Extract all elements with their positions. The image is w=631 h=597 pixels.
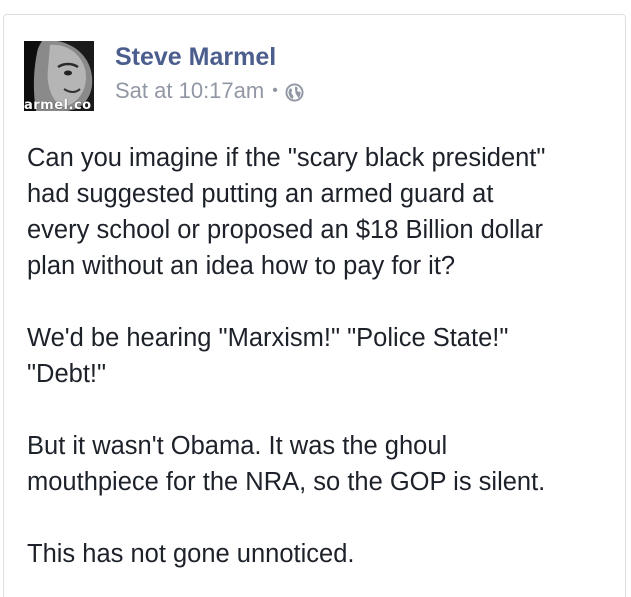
avatar-watermark: armel.co: [24, 99, 92, 111]
post-paragraph: We'd be hearing "Marxism!" "Police State…: [27, 324, 509, 388]
avatar[interactable]: armel.co: [24, 41, 94, 111]
meta-separator: •: [272, 82, 278, 99]
post-body: Can you imagine if the "scary black pres…: [27, 140, 617, 597]
post-paragraph: Can you imagine if the "scary black pres…: [27, 144, 546, 280]
globe-icon[interactable]: [285, 82, 304, 102]
post-meta: Sat at 10:17am •: [115, 77, 304, 105]
post-paragraph: This has not gone unnoticed.: [27, 540, 355, 568]
post-timestamp[interactable]: Sat at 10:17am: [115, 78, 264, 104]
post-paragraph: But it wasn't Obama. It was the ghoul mo…: [27, 432, 546, 496]
author-name[interactable]: Steve Marmel: [115, 42, 276, 72]
